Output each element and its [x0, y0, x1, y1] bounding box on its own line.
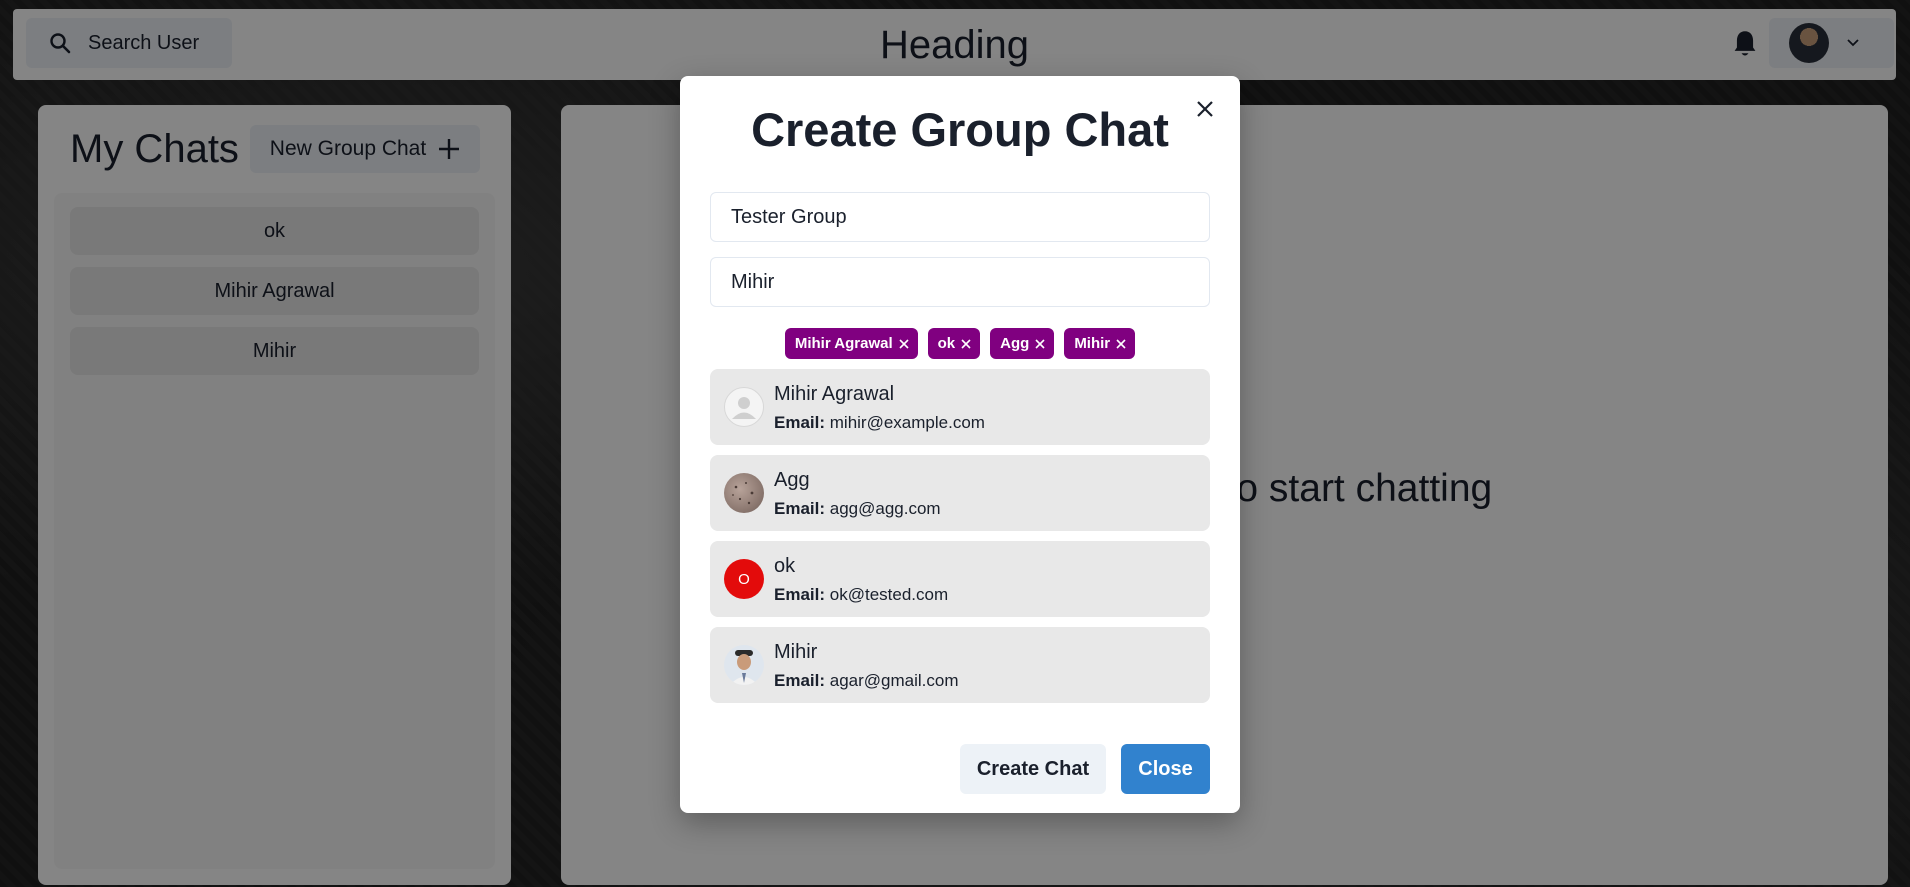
user-email: Email: mihir@example.com — [774, 413, 985, 433]
email-label: Email: — [774, 671, 826, 690]
create-group-chat-modal: Create Group Chat Mihir Agrawal ok Agg M… — [680, 76, 1240, 813]
user-initial-avatar: O — [724, 559, 764, 599]
email-label: Email: — [774, 585, 826, 604]
user-avatar — [724, 645, 764, 685]
default-avatar-icon — [724, 387, 764, 427]
user-tag-label: Mihir — [1074, 335, 1111, 352]
user-name: Agg — [774, 469, 810, 491]
user-name: Mihir Agrawal — [774, 383, 895, 405]
user-tag[interactable]: ok — [927, 328, 981, 359]
user-search-result[interactable]: Mihir Agrawal Email: mihir@example.com — [710, 369, 1210, 445]
user-email-value: ok@tested.com — [829, 585, 949, 604]
user-email-value: agar@gmail.com — [829, 671, 959, 690]
user-email: Email: agg@agg.com — [774, 499, 941, 519]
close-icon[interactable] — [1115, 338, 1127, 350]
user-tag[interactable]: Agg — [990, 328, 1055, 359]
user-search-result[interactable]: O ok Email: ok@tested.com — [710, 541, 1210, 617]
close-button[interactable]: Close — [1121, 744, 1210, 794]
user-tag-label: Mihir Agrawal — [794, 335, 893, 352]
user-search-result[interactable]: Mihir Email: agar@gmail.com — [710, 627, 1210, 703]
email-label: Email: — [774, 413, 826, 432]
user-email: Email: ok@tested.com — [774, 585, 948, 605]
user-email-value: mihir@example.com — [829, 413, 985, 432]
user-avatar — [724, 473, 764, 513]
modal-title: Create Group Chat — [751, 103, 1169, 156]
user-tag-label: ok — [937, 335, 956, 352]
close-icon[interactable] — [1034, 338, 1046, 350]
create-chat-button[interactable]: Create Chat — [960, 744, 1106, 794]
email-label: Email: — [774, 499, 826, 518]
user-tag[interactable]: Mihir Agrawal — [784, 328, 918, 359]
user-name: ok — [774, 555, 796, 577]
user-email: Email: agar@gmail.com — [774, 671, 959, 691]
close-icon[interactable] — [898, 338, 910, 350]
user-name: Mihir — [774, 641, 818, 663]
user-tag[interactable]: Mihir — [1064, 328, 1136, 359]
selected-users-tags: Mihir Agrawal ok Agg Mihir — [710, 328, 1210, 359]
user-tag-label: Agg — [1000, 335, 1030, 352]
user-search-result[interactable]: Agg Email: agg@agg.com — [710, 455, 1210, 531]
user-email-value: agg@agg.com — [829, 499, 941, 518]
group-name-input[interactable] — [710, 192, 1210, 242]
close-icon[interactable] — [960, 338, 972, 350]
add-users-search-input[interactable] — [710, 257, 1210, 307]
